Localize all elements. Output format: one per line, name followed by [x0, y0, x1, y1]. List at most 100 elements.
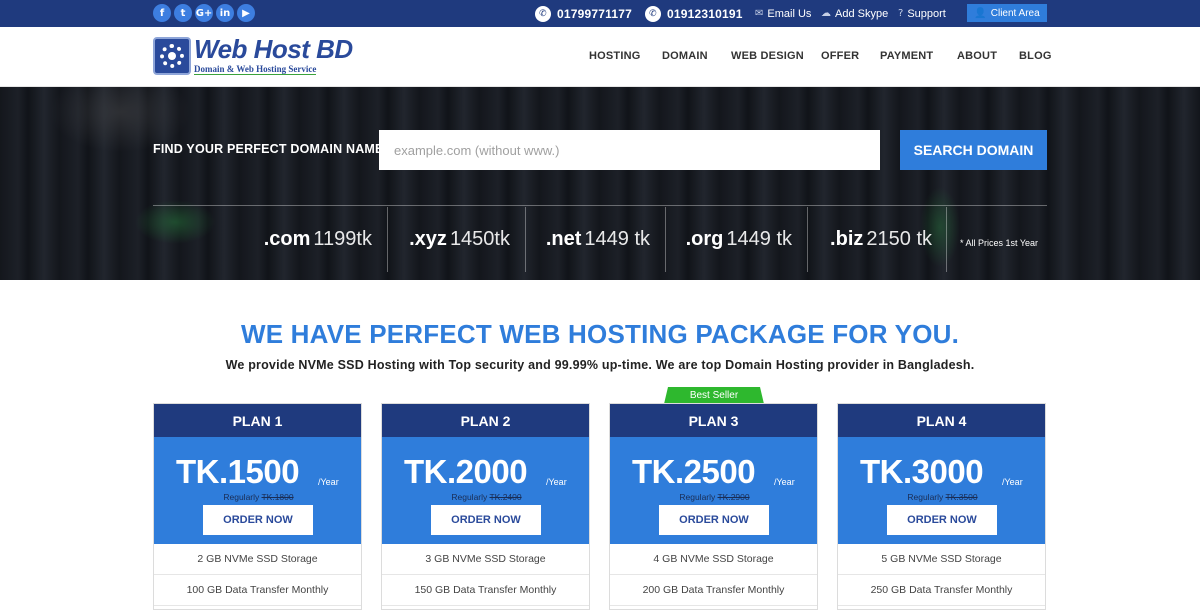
social-links: f t G+ in ▶ [153, 4, 255, 22]
logo-title: Web Host BD [194, 34, 353, 64]
find-domain-label: FIND YOUR PERFECT DOMAIN NAME: [153, 142, 388, 156]
plan-price: TK.2000 [404, 453, 528, 490]
order-now-button[interactable]: ORDER NOW [431, 505, 541, 535]
tld-price-com: .com 1199tk [160, 207, 372, 272]
regular-old-price: TK.3500 [945, 492, 978, 502]
user-icon: 👤 [974, 7, 987, 19]
plan-card-3: PLAN 3 TK.2500 /Year Regularly TK.2900 O… [609, 403, 818, 610]
nav-about-label[interactable]: ABOUT [957, 50, 997, 62]
plan-period: /Year [1002, 477, 1023, 487]
regular-label: Regularly [451, 492, 488, 502]
plan-card-1: PLAN 1 TK.1500 /Year Regularly TK.1800 O… [153, 403, 362, 610]
google-plus-icon[interactable]: G+ [195, 4, 213, 22]
plan-feature-storage: 3 GB NVMe SSD Storage [382, 544, 589, 575]
phone-icon: ✆ [645, 5, 661, 22]
phone-number-1: 01799771177 [557, 6, 632, 21]
plan-feature-storage: 4 GB NVMe SSD Storage [610, 544, 817, 575]
nav-hosting[interactable]: HOSTING [589, 27, 641, 85]
logo-subtitle: Domain & Web Hosting Service [194, 64, 317, 75]
plan-price-box: TK.3000 /Year Regularly TK.3500 ORDER NO… [838, 437, 1045, 544]
plan-regular-price: Regularly TK.2400 [382, 492, 591, 502]
phone-link-1[interactable]: ✆ 01799771177 [535, 0, 632, 27]
tld-ext: .biz [830, 228, 864, 250]
hero-divider [153, 205, 1047, 206]
nav-web-design-label[interactable]: WEB DESIGN [731, 50, 804, 62]
nav-hosting-label[interactable]: HOSTING [589, 50, 641, 62]
order-now-button[interactable]: ORDER NOW [887, 505, 997, 535]
plan-feature-storage: 2 GB NVMe SSD Storage [154, 544, 361, 575]
nav-domain-label[interactable]: DOMAIN [662, 50, 708, 62]
tld-price-biz: .biz 2150 tk [810, 207, 932, 272]
plan-feature-transfer: 250 GB Data Transfer Monthly [838, 575, 1045, 606]
plan-regular-price: Regularly TK.2900 [610, 492, 819, 502]
plan-period: /Year [774, 477, 795, 487]
tld-price-net: .net 1449 tk [528, 207, 650, 272]
tld-price: 2150 tk [866, 228, 932, 250]
tld-ext: .net [545, 228, 582, 250]
tld-ext: .com [263, 228, 311, 250]
plan-period: /Year [546, 477, 567, 487]
nav-blog-label[interactable]: BLOG [1019, 50, 1052, 62]
nav-about[interactable]: ABOUT [957, 27, 997, 85]
twitter-icon[interactable]: t [174, 4, 192, 22]
plan-feature-transfer: 150 GB Data Transfer Monthly [382, 575, 589, 606]
prices-note: * All Prices 1st Year [960, 238, 1039, 248]
facebook-icon[interactable]: f [153, 4, 171, 22]
tld-ext: .xyz [409, 228, 447, 250]
support-icon: ? [898, 8, 904, 19]
envelope-icon: ✉ [755, 8, 764, 19]
nav-payment[interactable]: PAYMENT [880, 27, 933, 85]
search-domain-button[interactable]: SEARCH DOMAIN [900, 130, 1047, 170]
plan-name: PLAN 1 [154, 404, 361, 437]
plan-feature-transfer: 200 GB Data Transfer Monthly [610, 575, 817, 606]
tld-price: 1449 tk [584, 228, 650, 250]
plan-period: /Year [318, 477, 339, 487]
client-area-button[interactable]: 👤 Client Area [967, 4, 1047, 22]
skype-icon: ☁ [821, 8, 831, 19]
plan-price-box: TK.2500 /Year Regularly TK.2900 ORDER NO… [610, 437, 817, 544]
support-label: Support [907, 7, 946, 20]
logo[interactable]: Web Host BD Domain & Web Hosting Service [153, 34, 353, 78]
plan-price: TK.3000 [860, 453, 984, 490]
plan-card-2: PLAN 2 TK.2000 /Year Regularly TK.2400 O… [381, 403, 590, 610]
phone-number-2: 01912310191 [667, 6, 743, 21]
nav-web-design[interactable]: WEB DESIGN [731, 27, 804, 85]
nav-blog[interactable]: BLOG [1019, 27, 1052, 85]
linkedin-icon[interactable]: in [216, 4, 234, 22]
support-link[interactable]: ? Support [898, 0, 946, 27]
tld-price-org: .org 1449 tk [668, 207, 792, 272]
nav-payment-label[interactable]: PAYMENT [880, 50, 933, 62]
section-subtitle: We provide NVMe SSD Hosting with Top sec… [225, 358, 975, 372]
phone-icon: ✆ [535, 5, 551, 22]
logo-gear-icon [153, 37, 191, 75]
regular-old-price: TK.2900 [717, 492, 750, 502]
domain-search-hero: FIND YOUR PERFECT DOMAIN NAME: SEARCH DO… [0, 87, 1200, 280]
plan-feature-storage: 5 GB NVMe SSD Storage [838, 544, 1045, 575]
regular-label: Regularly [223, 492, 260, 502]
email-us-link[interactable]: ✉ Email Us [755, 0, 811, 27]
youtube-icon[interactable]: ▶ [237, 4, 255, 22]
order-now-button[interactable]: ORDER NOW [203, 505, 313, 535]
nav-offer-label[interactable]: OFFER [821, 50, 859, 62]
nav-offer[interactable]: OFFER [821, 27, 859, 85]
site-header: Web Host BD Domain & Web Hosting Service… [0, 27, 1200, 87]
section-title: WE HAVE PERFECT WEB HOSTING PACKAGE FOR … [240, 319, 960, 349]
plan-price: TK.1500 [176, 453, 300, 490]
best-seller-badge: Best Seller [664, 387, 764, 404]
tld-separator [387, 207, 388, 272]
plan-price-box: TK.1500 /Year Regularly TK.1800 ORDER NO… [154, 437, 361, 544]
add-skype-label: Add Skype [835, 7, 889, 20]
phone-link-2[interactable]: ✆ 01912310191 [645, 0, 743, 27]
client-area-label: Client Area [990, 7, 1040, 19]
domain-search-input[interactable] [379, 130, 880, 170]
order-now-button[interactable]: ORDER NOW [659, 505, 769, 535]
nav-domain[interactable]: DOMAIN [662, 27, 708, 85]
add-skype-link[interactable]: ☁ Add Skype [821, 0, 888, 27]
plan-name: PLAN 3 [610, 404, 817, 437]
regular-label: Regularly [907, 492, 944, 502]
regular-old-price: TK.1800 [261, 492, 294, 502]
regular-label: Regularly [679, 492, 716, 502]
tld-price-xyz: .xyz 1450tk [390, 207, 510, 272]
tld-separator [946, 207, 947, 272]
plan-name: PLAN 2 [382, 404, 589, 437]
